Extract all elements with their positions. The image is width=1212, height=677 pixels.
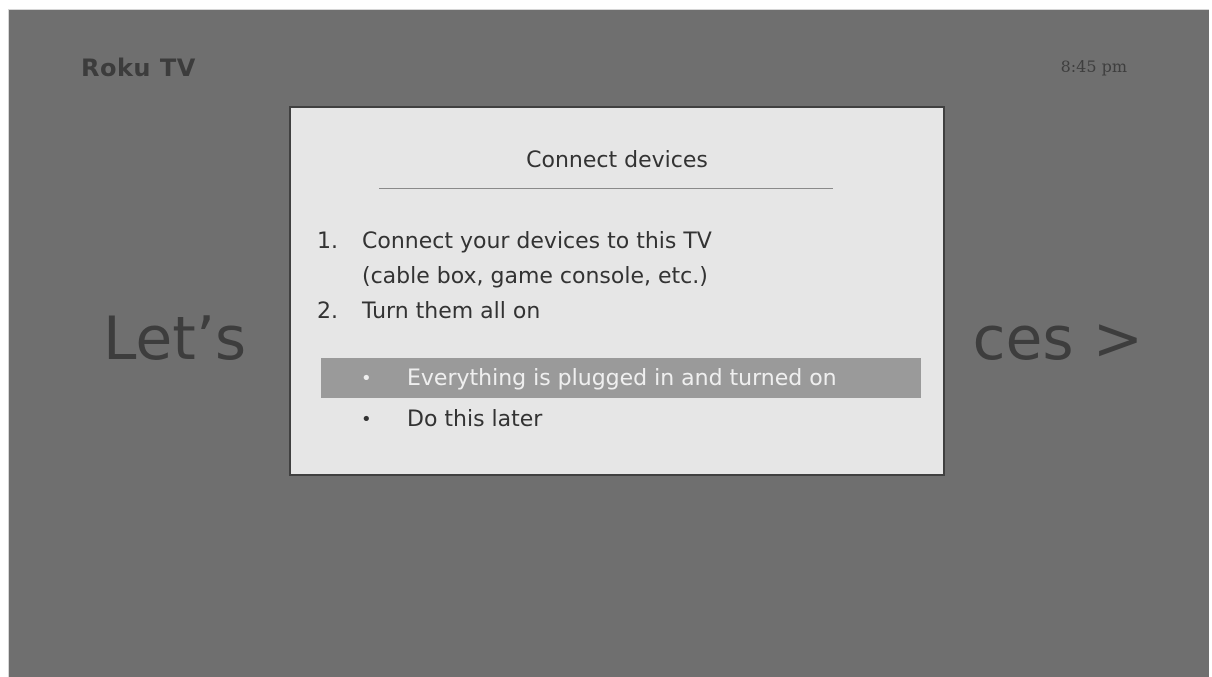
option-everything-plugged-in[interactable]: • Everything is plugged in and turned on xyxy=(321,358,921,398)
dialog-title: Connect devices xyxy=(526,148,708,173)
tv-screen: Roku TV 8:45 pm Let’s ces > Connect devi… xyxy=(8,9,1209,677)
bullet-icon: • xyxy=(361,367,372,389)
instruction-steps: 1. Connect your devices to this TV (cabl… xyxy=(317,224,712,329)
background-heading-right: ces > xyxy=(972,304,1143,374)
step-text: Connect your devices to this TV (cable b… xyxy=(362,224,712,294)
bullet-icon: • xyxy=(361,408,372,430)
step-item: 1. Connect your devices to this TV (cabl… xyxy=(317,224,712,294)
title-divider xyxy=(379,188,833,189)
step-line: Turn them all on xyxy=(362,299,541,324)
option-label: Do this later xyxy=(407,406,543,432)
step-text: Turn them all on xyxy=(362,294,540,329)
roku-tv-logo: Roku TV xyxy=(81,54,196,82)
clock-time: 8:45 pm xyxy=(1060,57,1127,76)
option-do-this-later[interactable]: • Do this later xyxy=(321,399,921,439)
step-number: 2. xyxy=(317,299,338,324)
option-label: Everything is plugged in and turned on xyxy=(407,365,837,391)
step-line: Connect your devices to this TV xyxy=(362,229,712,254)
background-heading-left: Let’s xyxy=(103,304,247,374)
step-line: (cable box, game console, etc.) xyxy=(362,264,708,289)
step-item: 2. Turn them all on xyxy=(317,294,712,329)
step-number: 1. xyxy=(317,229,338,254)
connect-devices-dialog: Connect devices 1. Connect your devices … xyxy=(289,106,945,476)
